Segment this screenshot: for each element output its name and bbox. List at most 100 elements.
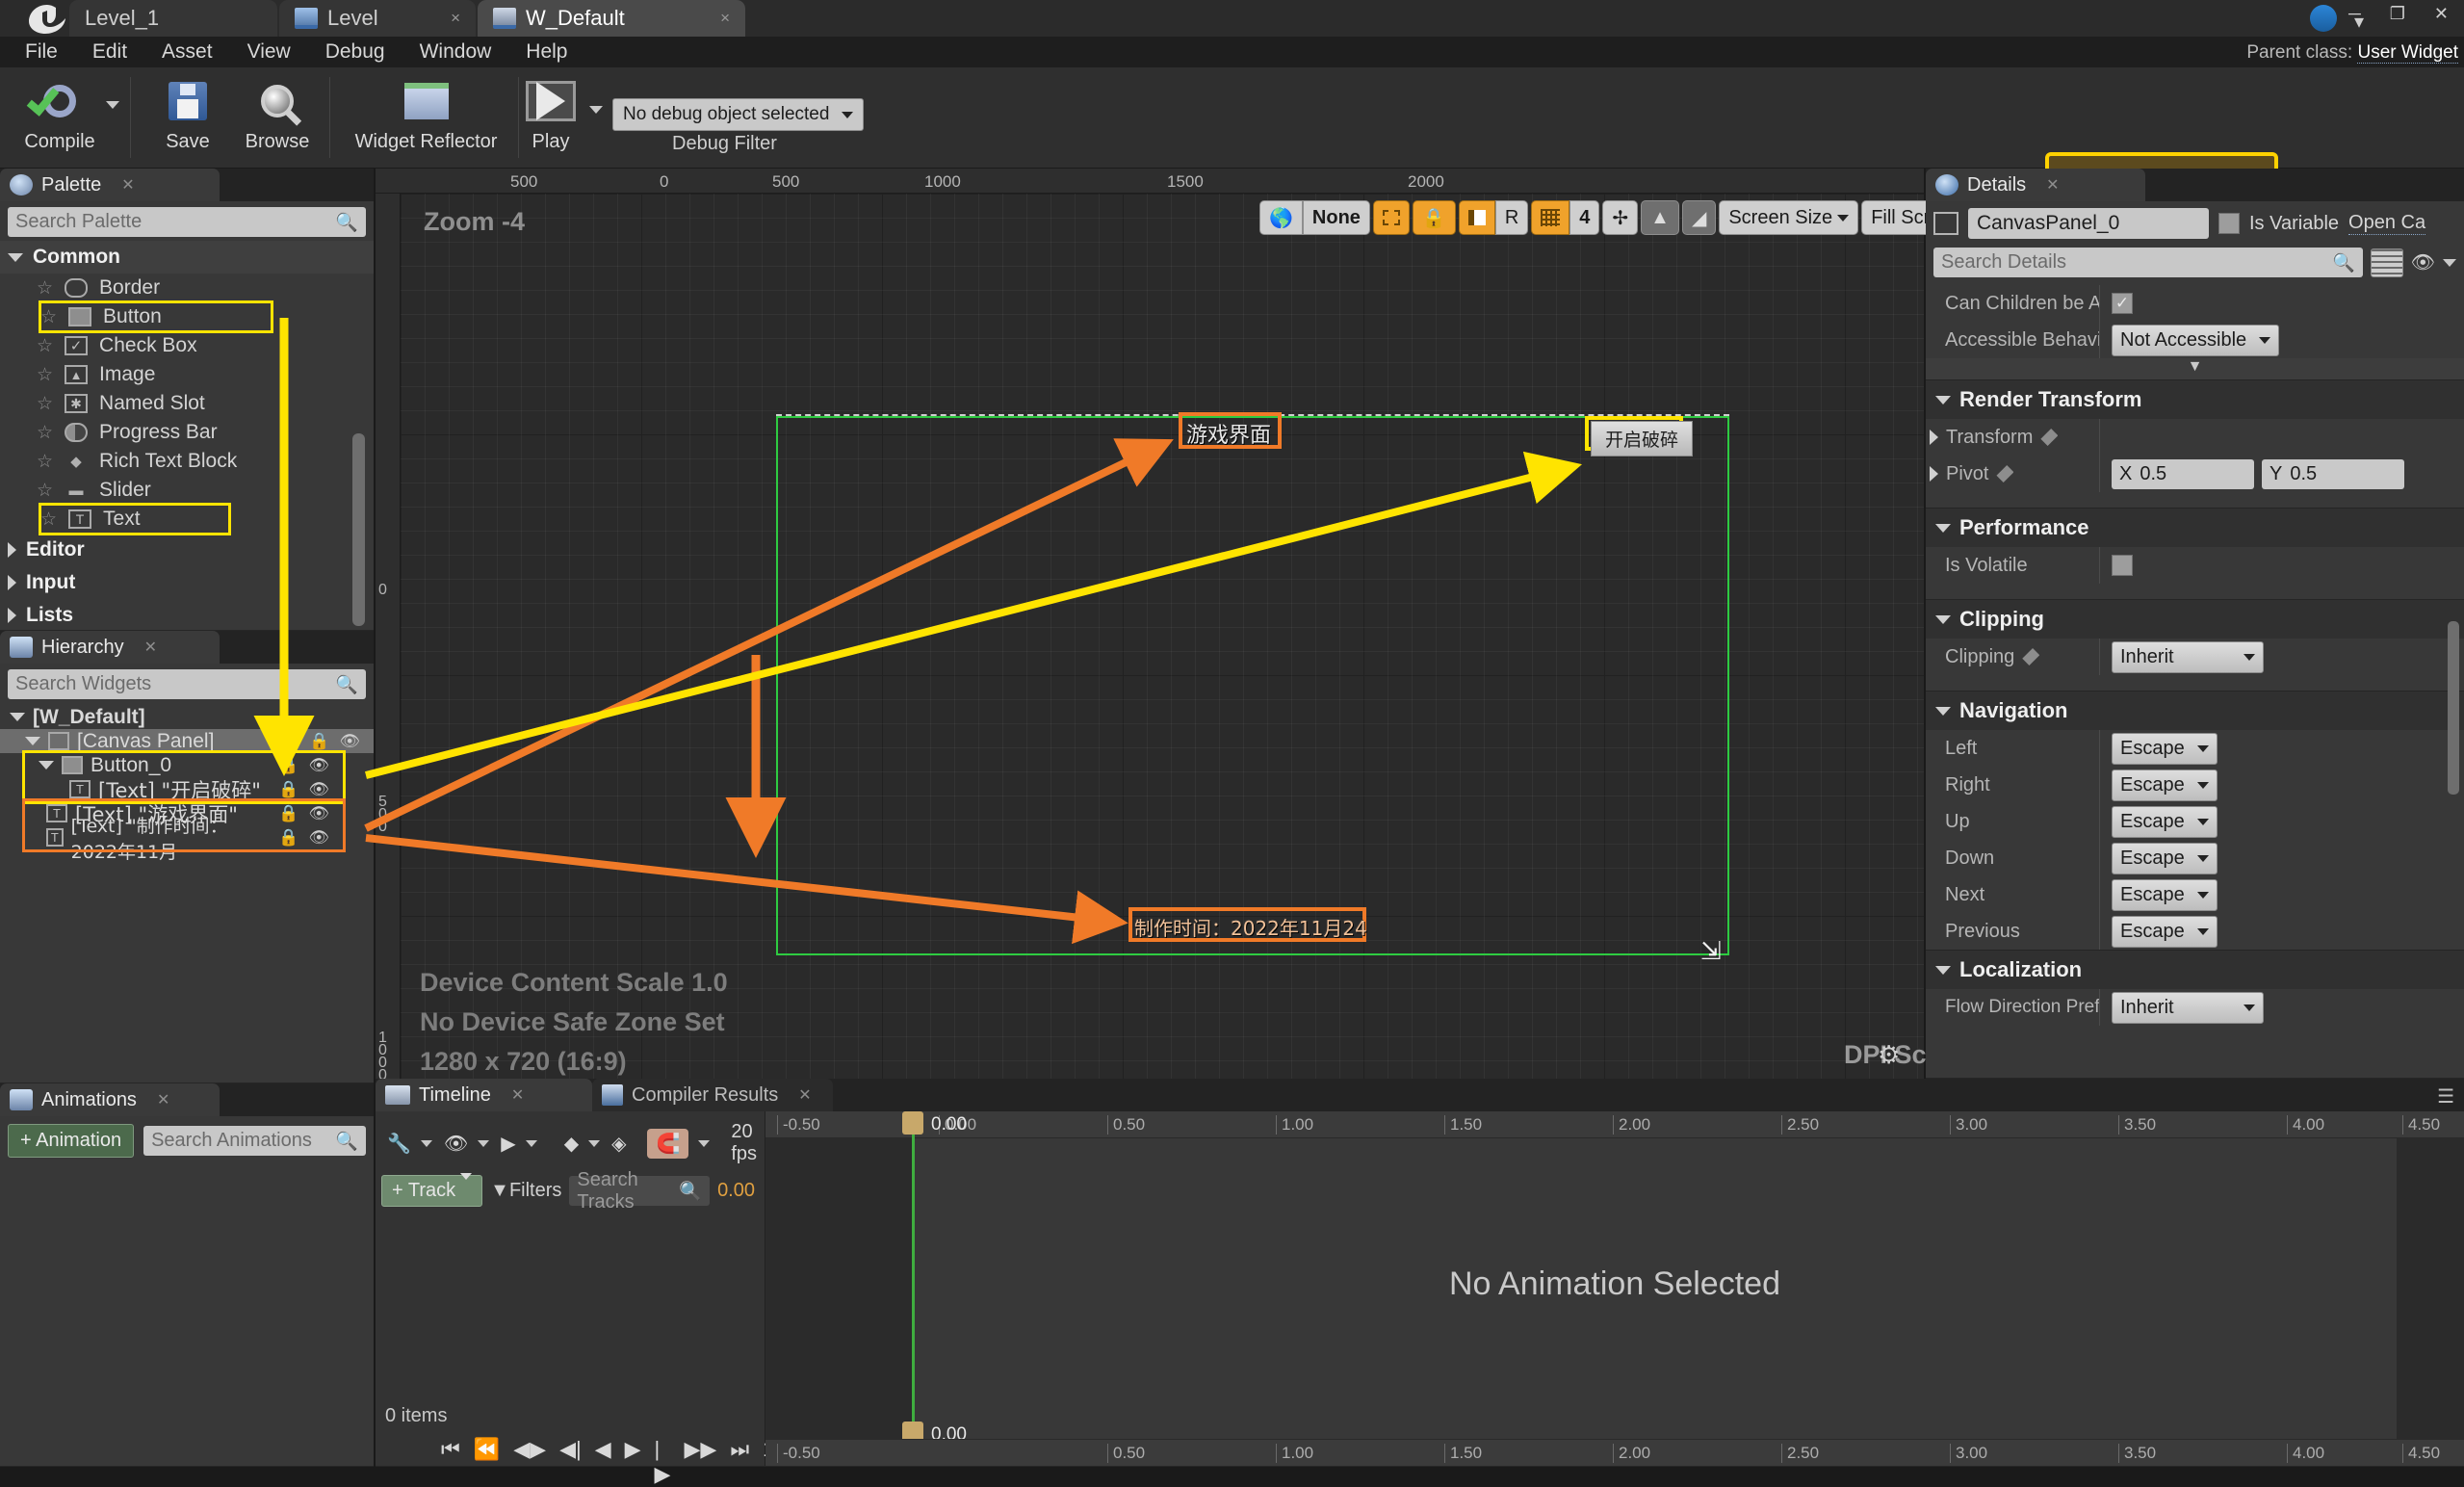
favorite-star-icon[interactable]: ☆ (37, 451, 53, 473)
timeline-right-pane[interactable]: -0.50 0.00 0.50 1.00 1.50 2.00 2.50 3.00… (765, 1111, 2464, 1466)
tab-palette[interactable]: Palette ✕ (0, 169, 220, 201)
nav-next-dropdown[interactable]: Escape (2112, 878, 2218, 911)
rotation-button[interactable]: R (1494, 200, 1529, 235)
layout-icon[interactable] (1458, 200, 1495, 235)
hierarchy-row-text-start-break[interactable]: T [Text] "开启破碎" 🔒 👁 (25, 777, 343, 802)
image-preview-icon[interactable]: ▲ (1641, 200, 1679, 235)
menu-edit[interactable]: Edit (77, 38, 143, 66)
transport-frame-back[interactable]: ◀| (559, 1437, 582, 1487)
favorite-star-icon[interactable]: ☆ (37, 422, 53, 444)
palette-item-image[interactable]: ☆ ▲ Image (0, 360, 374, 389)
details-search-input[interactable]: Search Details 🔍 (1933, 248, 2363, 277)
lock-icon[interactable]: 🔒 (278, 780, 298, 799)
eye-icon[interactable]: 👁 (339, 732, 360, 751)
play-icon[interactable]: ▶ (495, 1128, 542, 1160)
widget-name-input[interactable]: CanvasPanel_0 (1968, 208, 2209, 239)
browse-button[interactable]: Browse (229, 71, 325, 165)
text-made-time[interactable]: 制作时间：2022年11月24 (1134, 913, 1367, 941)
transport-step-fwd[interactable]: ▶▶ (684, 1437, 716, 1487)
menu-file[interactable]: File (10, 38, 73, 66)
transport-first[interactable]: ⏮ (441, 1437, 460, 1487)
grid-icon[interactable] (1531, 200, 1570, 235)
details-grid-view-icon[interactable] (2370, 248, 2403, 277)
menu-window[interactable]: Window (404, 38, 507, 66)
palette-group-editor[interactable]: Editor (0, 534, 374, 566)
tab-level[interactable]: Level × (279, 0, 476, 37)
eye-icon[interactable]: 👁 (308, 804, 329, 823)
hierarchy-search-input[interactable]: Search Widgets 🔍 (8, 669, 366, 699)
eye-icon[interactable]: 👁 (308, 780, 329, 799)
eye-icon[interactable]: 👁 (308, 756, 329, 775)
details-section-localization[interactable]: Localization (1926, 950, 2464, 989)
tab-animations[interactable]: Animations ✕ (0, 1083, 220, 1116)
close-icon[interactable]: ✕ (144, 638, 157, 657)
pivot-x-field[interactable]: X 0.5 (2112, 458, 2254, 489)
menu-debug[interactable]: Debug (310, 38, 401, 66)
size-to-content-icon[interactable]: ✢ (1602, 200, 1639, 235)
wrench-icon[interactable]: 🔧 (381, 1128, 438, 1160)
transport-step-back[interactable]: ◀▶ (513, 1437, 546, 1487)
nav-left-dropdown[interactable]: Escape (2112, 732, 2218, 765)
close-icon[interactable]: ✕ (121, 175, 134, 195)
eye-icon[interactable]: 👁 (308, 828, 329, 848)
menu-help[interactable]: Help (510, 38, 583, 66)
chevron-down-icon[interactable] (25, 737, 40, 745)
animations-search-input[interactable]: Search Animations 🔍 (143, 1126, 366, 1156)
lock-icon[interactable]: 🔒 (309, 732, 329, 751)
lock-icon[interactable]: 🔒 (278, 756, 298, 775)
add-animation-button[interactable]: + Animation (8, 1124, 135, 1158)
debug-object-select[interactable]: No debug object selected (612, 98, 865, 131)
is-variable-checkbox[interactable] (2218, 213, 2240, 234)
details-expand-more-icon[interactable]: ▼ (1926, 358, 2464, 379)
pivot-y-field[interactable]: Y 0.5 (2262, 458, 2404, 489)
minimize-button[interactable]: ─ (2341, 2, 2369, 26)
transport-play-reverse[interactable]: ◀ (595, 1437, 611, 1487)
reset-icon[interactable] (1996, 465, 2014, 483)
chevron-down-icon[interactable] (10, 713, 25, 721)
lock-icon[interactable]: 🔒 (278, 804, 298, 823)
chevron-down-icon[interactable] (2443, 258, 2456, 267)
close-icon[interactable]: ✕ (2046, 175, 2059, 195)
keyframe-icon[interactable]: ◆ (558, 1128, 606, 1160)
magnet-icon[interactable]: 🧲 (647, 1128, 689, 1159)
palette-item-rich-text-block[interactable]: ☆ ◆ Rich Text Block (0, 447, 374, 476)
globe-icon[interactable]: 🌎 (1259, 200, 1303, 235)
tab-close-icon[interactable]: × (691, 9, 730, 28)
palette-search-input[interactable]: Search Palette 🔍 (8, 207, 366, 237)
favorite-star-icon[interactable]: ☆ (37, 480, 53, 502)
screen-size-dropdown[interactable]: Screen Size (1719, 200, 1859, 235)
hierarchy-row-w-default[interactable]: [W_Default] (0, 705, 374, 729)
menu-view[interactable]: View (232, 38, 306, 66)
close-button[interactable]: ✕ (2426, 2, 2456, 26)
palette-item-button[interactable]: ☆ Button (39, 300, 273, 333)
favorite-star-icon[interactable]: ☆ (37, 364, 53, 386)
chevron-right-icon[interactable] (1930, 430, 1938, 445)
mirror-icon[interactable]: ◢ (1681, 200, 1717, 235)
chevron-right-icon[interactable] (1930, 466, 1938, 482)
chevron-down-icon[interactable] (39, 761, 54, 770)
palette-group-lists[interactable]: Lists (0, 599, 374, 632)
lock-icon[interactable]: 🔒 (1412, 200, 1456, 235)
details-section-clipping[interactable]: Clipping (1926, 599, 2464, 639)
hierarchy-row-button-0[interactable]: Button_0 🔒 👁 (25, 753, 343, 777)
timeline-ruler-top[interactable]: -0.50 0.00 0.50 1.00 1.50 2.00 2.50 3.00… (765, 1111, 2464, 1138)
transport-prev-key[interactable]: ⏪ (474, 1437, 500, 1487)
timeline-playhead-handle-top[interactable] (902, 1111, 923, 1135)
open-canvas-link[interactable]: Open Ca (2348, 212, 2426, 235)
palette-group-common[interactable]: Common (0, 241, 374, 274)
favorite-star-icon[interactable]: ☆ (37, 393, 53, 415)
tab-close-icon[interactable]: × (422, 9, 460, 28)
play-dropdown-icon[interactable] (589, 106, 603, 114)
palette-item-text[interactable]: ☆ T Text (39, 503, 231, 535)
palette-scrollbar[interactable] (352, 433, 365, 626)
transport-play[interactable]: ▶ (625, 1437, 641, 1487)
tab-level-1[interactable]: Level_1 (69, 0, 277, 37)
add-track-button[interactable]: + Track (381, 1173, 483, 1207)
widget-reflector-button[interactable]: Widget Reflector (337, 71, 515, 165)
eye-icon[interactable]: 👁 (2411, 250, 2435, 274)
menu-asset[interactable]: Asset (146, 38, 228, 66)
accessible-behavior-dropdown[interactable]: Not Accessible (2112, 324, 2280, 356)
palette-item-named-slot[interactable]: ☆ ✱ Named Slot (0, 389, 374, 418)
resize-handle-icon[interactable]: ⇲ (1700, 936, 1722, 966)
flow-direction-dropdown[interactable]: Inherit (2112, 991, 2264, 1024)
